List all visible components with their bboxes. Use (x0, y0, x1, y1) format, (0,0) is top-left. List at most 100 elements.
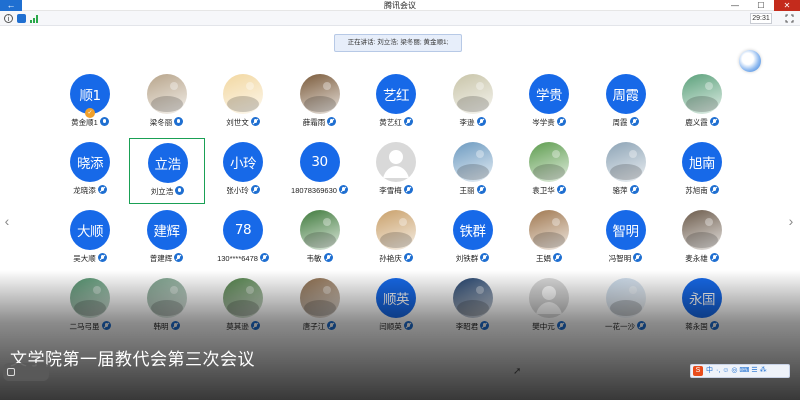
participant-tile[interactable]: 旭南 苏旭南 (664, 138, 740, 204)
participant-avatar: 立浩 (147, 143, 188, 183)
ime-tools-icons[interactable]: ·, ☺ ◎ ⌨ ☰ ⁂ (716, 365, 767, 377)
title-bar: ← 腾讯会议 — ☐ ✕ (0, 0, 800, 11)
participant-tile[interactable]: 二马弓虽 (52, 274, 128, 340)
mic-muted-icon[interactable] (403, 117, 413, 126)
participant-tile[interactable]: 78 130****6478 (205, 206, 281, 272)
participant-tile[interactable]: 孙艳庆 (358, 206, 434, 272)
participant-tile[interactable]: 李昭君 (435, 274, 511, 340)
participant-tile[interactable]: 麦永雄 (664, 206, 740, 272)
avatar-initials: 晓添 (77, 156, 104, 172)
participant-tile[interactable]: 樊中元 (511, 274, 587, 340)
mic-muted-icon[interactable] (480, 253, 490, 262)
mic-muted-icon[interactable] (476, 185, 486, 194)
mic-muted-icon[interactable] (97, 253, 107, 262)
mic-muted-icon[interactable] (556, 117, 566, 126)
mic-muted-icon[interactable] (556, 185, 566, 194)
caption-control-pill[interactable] (3, 363, 49, 381)
participant-tile[interactable]: 大顺 吴大顺 (52, 206, 128, 272)
mic-muted-icon[interactable] (250, 321, 260, 330)
mic-on-icon[interactable] (175, 186, 185, 195)
participant-tile[interactable]: 李雪梅 (358, 138, 434, 204)
mic-muted-icon[interactable] (553, 253, 562, 262)
mic-muted-icon[interactable] (629, 117, 639, 126)
participant-name-row: 刘铁群 (435, 253, 511, 264)
fullscreen-icon[interactable] (785, 14, 794, 23)
participant-tile[interactable]: 学贵 岑学贵 (511, 70, 587, 136)
participant-tile[interactable]: 周霞 周霞 (588, 70, 664, 136)
participant-tile[interactable]: 顺英 闫顺英 (358, 274, 434, 340)
mic-muted-icon[interactable] (250, 185, 260, 194)
participant-avatar (682, 210, 722, 250)
participant-tile[interactable]: 艺红 黄艺红 (358, 70, 434, 136)
shield-icon[interactable] (17, 14, 26, 23)
participant-avatar: 周霞 (605, 74, 646, 114)
participant-tile[interactable]: 智明 冯智明 (588, 206, 664, 272)
participant-tile[interactable]: 莫其逊 (205, 274, 281, 340)
default-person-icon (536, 286, 562, 314)
mic-muted-icon[interactable] (259, 253, 269, 262)
mic-muted-icon[interactable] (403, 185, 413, 194)
minimize-button[interactable]: — (722, 0, 748, 11)
mic-muted-icon[interactable] (101, 321, 111, 330)
ime-toolbar[interactable]: S 中 ·, ☺ ◎ ⌨ ☰ ⁂ (690, 364, 790, 378)
mic-muted-icon[interactable] (709, 185, 719, 194)
participant-tile[interactable]: 李逊 (435, 70, 511, 136)
participant-tile[interactable]: 建辉 曾建辉 (129, 206, 205, 272)
mic-muted-icon[interactable] (403, 253, 413, 262)
maximize-button[interactable]: ☐ (748, 0, 774, 11)
prev-page-arrow[interactable]: ‹ (2, 212, 12, 230)
participant-tile[interactable]: 骆萍 (588, 138, 664, 204)
participant-tile[interactable]: 顺1 ✓ 黄金顺1 (52, 70, 128, 136)
photo-avatar-icon (227, 82, 259, 112)
participant-tile[interactable]: 永国 蒋永国 (664, 274, 740, 340)
mic-muted-icon[interactable] (633, 253, 643, 262)
signal-icon[interactable] (30, 14, 39, 23)
mic-muted-icon[interactable] (97, 185, 107, 194)
mic-muted-icon[interactable] (709, 117, 719, 126)
caption-toggle-icon[interactable] (7, 368, 15, 376)
close-button[interactable]: ✕ (774, 0, 800, 11)
participant-tile[interactable]: 小玲 张小玲 (205, 138, 281, 204)
mic-muted-icon[interactable] (629, 185, 639, 194)
participant-tile[interactable]: 刘世文 (205, 70, 281, 136)
mic-muted-icon[interactable] (709, 253, 719, 262)
participant-tile[interactable]: 鹿义霞 (664, 70, 740, 136)
participant-tile[interactable]: 袁卫华 (511, 138, 587, 204)
participant-tile[interactable]: 王丽 (435, 138, 511, 204)
mouse-cursor-icon: ➚ (513, 366, 522, 377)
info-icon[interactable]: i (4, 14, 13, 23)
participant-tile[interactable]: 薛霜雨 (282, 70, 358, 136)
participant-tile[interactable]: 唐子江 (282, 274, 358, 340)
mic-muted-icon[interactable] (250, 117, 260, 126)
participant-tile[interactable]: 晓添 龙晓添 (52, 138, 128, 204)
mic-muted-icon[interactable] (709, 321, 719, 330)
participant-tile[interactable]: 王娟 (511, 206, 587, 272)
mic-muted-icon[interactable] (338, 185, 348, 194)
mic-muted-icon[interactable] (476, 117, 486, 126)
mic-muted-icon[interactable] (480, 321, 490, 330)
mic-on-icon[interactable] (99, 117, 109, 126)
participant-tile[interactable]: 铁群 刘铁群 (435, 206, 511, 272)
ime-mode-toggle[interactable]: 中 (706, 365, 713, 377)
participant-tile[interactable]: 一花一沙 (588, 274, 664, 340)
mic-muted-icon[interactable] (323, 253, 333, 262)
mic-muted-icon[interactable] (637, 321, 646, 330)
participant-tile[interactable]: 韦敏 (282, 206, 358, 272)
mic-muted-icon[interactable] (170, 321, 180, 330)
mic-muted-icon[interactable] (174, 253, 184, 262)
mic-muted-icon[interactable] (327, 117, 337, 126)
avatar-initials: 铁群 (459, 224, 487, 240)
mic-muted-icon[interactable] (403, 321, 413, 330)
participant-tile[interactable]: 立浩 刘立浩 (128, 138, 205, 204)
participant-avatar: 智明 (605, 210, 646, 250)
mic-on-icon[interactable] (174, 117, 184, 126)
next-page-arrow[interactable]: › (786, 212, 796, 230)
mic-muted-icon[interactable] (556, 321, 566, 330)
participant-tile[interactable]: 韩明 (129, 274, 205, 340)
participant-tile[interactable]: 梁冬丽 (129, 70, 205, 136)
participant-avatar (605, 278, 646, 318)
participant-tile[interactable]: 30 18078369630 (282, 138, 358, 204)
assistant-float-icon[interactable] (739, 50, 761, 72)
default-person-icon (383, 150, 409, 178)
mic-muted-icon[interactable] (327, 321, 337, 330)
